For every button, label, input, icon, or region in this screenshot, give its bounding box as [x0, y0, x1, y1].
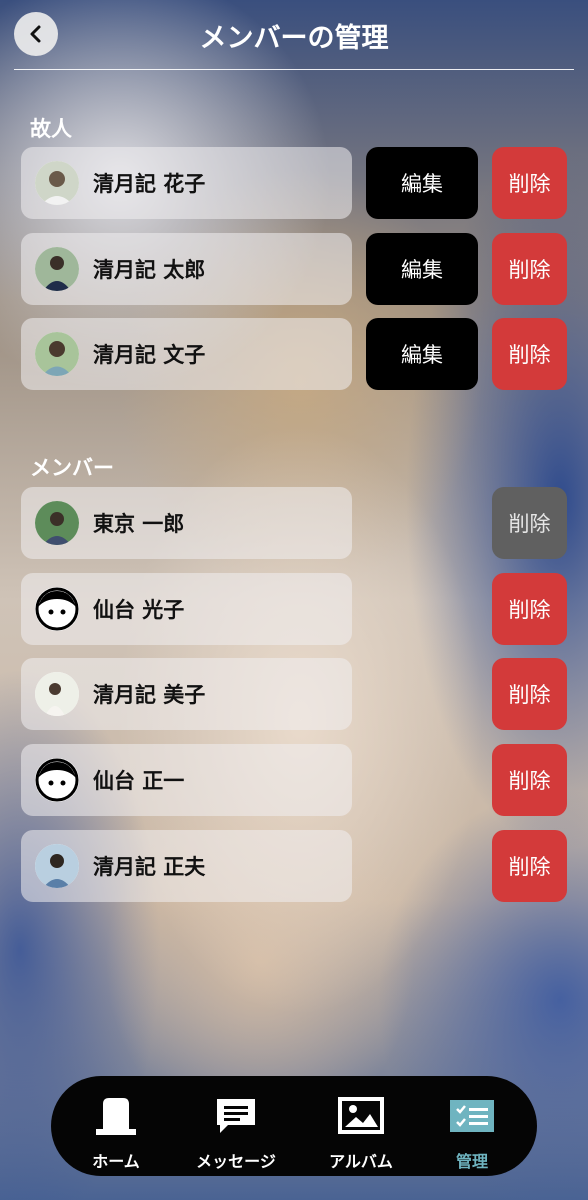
name-card: 清月記 正夫: [21, 830, 352, 902]
edit-button[interactable]: 編集: [366, 233, 478, 305]
name-card: 東京 一郎: [21, 487, 352, 559]
bottom-nav: ホーム メッセージ アルバム 管理: [51, 1076, 537, 1176]
message-icon: [214, 1096, 258, 1136]
nav-label-message: メッセージ: [196, 1152, 276, 1171]
nav-label-home: ホーム: [92, 1152, 140, 1171]
nav-label-album: アルバム: [329, 1152, 393, 1171]
name-card: 仙台 正一: [21, 744, 352, 816]
name-card: 清月記 文子: [21, 318, 352, 390]
checklist-icon: [449, 1096, 495, 1136]
image-icon: [338, 1096, 384, 1136]
name-card: 清月記 美子: [21, 658, 352, 730]
person-name: 東京 一郎: [93, 512, 185, 536]
delete-button[interactable]: 削除: [492, 744, 567, 816]
member-row: 清月記 美子 削除: [0, 658, 588, 730]
page-title: メンバーの管理: [199, 23, 389, 54]
name-card: 仙台 光子: [21, 573, 352, 645]
deceased-row: 清月記 太郎 編集 削除: [0, 233, 588, 305]
person-name: 清月記 文子: [93, 343, 206, 367]
person-name: 仙台 光子: [93, 598, 185, 622]
member-row: 清月記 正夫 削除: [0, 830, 588, 902]
person-name: 仙台 正一: [93, 769, 185, 793]
nav-item-manage[interactable]: 管理: [417, 1076, 527, 1176]
delete-button[interactable]: 削除: [492, 658, 567, 730]
delete-button[interactable]: 削除: [492, 147, 567, 219]
avatar: [35, 161, 79, 205]
nav-item-home[interactable]: ホーム: [61, 1076, 171, 1176]
deceased-row: 清月記 文子 編集 削除: [0, 318, 588, 390]
person-name: 清月記 正夫: [93, 855, 206, 879]
delete-button[interactable]: 削除: [492, 573, 567, 645]
delete-button-disabled[interactable]: 削除: [492, 487, 567, 559]
header-divider: [14, 69, 574, 70]
avatar: [35, 247, 79, 291]
deceased-row: 清月記 花子 編集 削除: [0, 147, 588, 219]
default-face-icon: [35, 587, 79, 631]
member-row: 東京 一郎 削除: [0, 487, 588, 559]
delete-button[interactable]: 削除: [492, 233, 567, 305]
nav-item-message[interactable]: メッセージ: [181, 1076, 291, 1176]
name-card: 清月記 太郎: [21, 233, 352, 305]
member-row: 仙台 光子 削除: [0, 573, 588, 645]
person-name: 清月記 太郎: [93, 258, 206, 282]
delete-button[interactable]: 削除: [492, 318, 567, 390]
section-title-members: メンバー: [30, 456, 114, 480]
default-face-icon: [35, 758, 79, 802]
delete-button[interactable]: 削除: [492, 830, 567, 902]
section-title-deceased: 故人: [30, 117, 72, 141]
nav-item-album[interactable]: アルバム: [306, 1076, 416, 1176]
person-name: 清月記 花子: [93, 172, 206, 196]
edit-button[interactable]: 編集: [366, 318, 478, 390]
person-name: 清月記 美子: [93, 683, 206, 707]
nav-label-manage: 管理: [455, 1152, 488, 1171]
header: メンバーの管理: [0, 0, 588, 70]
avatar: [35, 332, 79, 376]
edit-button[interactable]: 編集: [366, 147, 478, 219]
grave-icon: [94, 1096, 138, 1136]
member-row: 仙台 正一 削除: [0, 744, 588, 816]
avatar: [35, 672, 79, 716]
avatar: [35, 844, 79, 888]
avatar: [35, 501, 79, 545]
name-card: 清月記 花子: [21, 147, 352, 219]
